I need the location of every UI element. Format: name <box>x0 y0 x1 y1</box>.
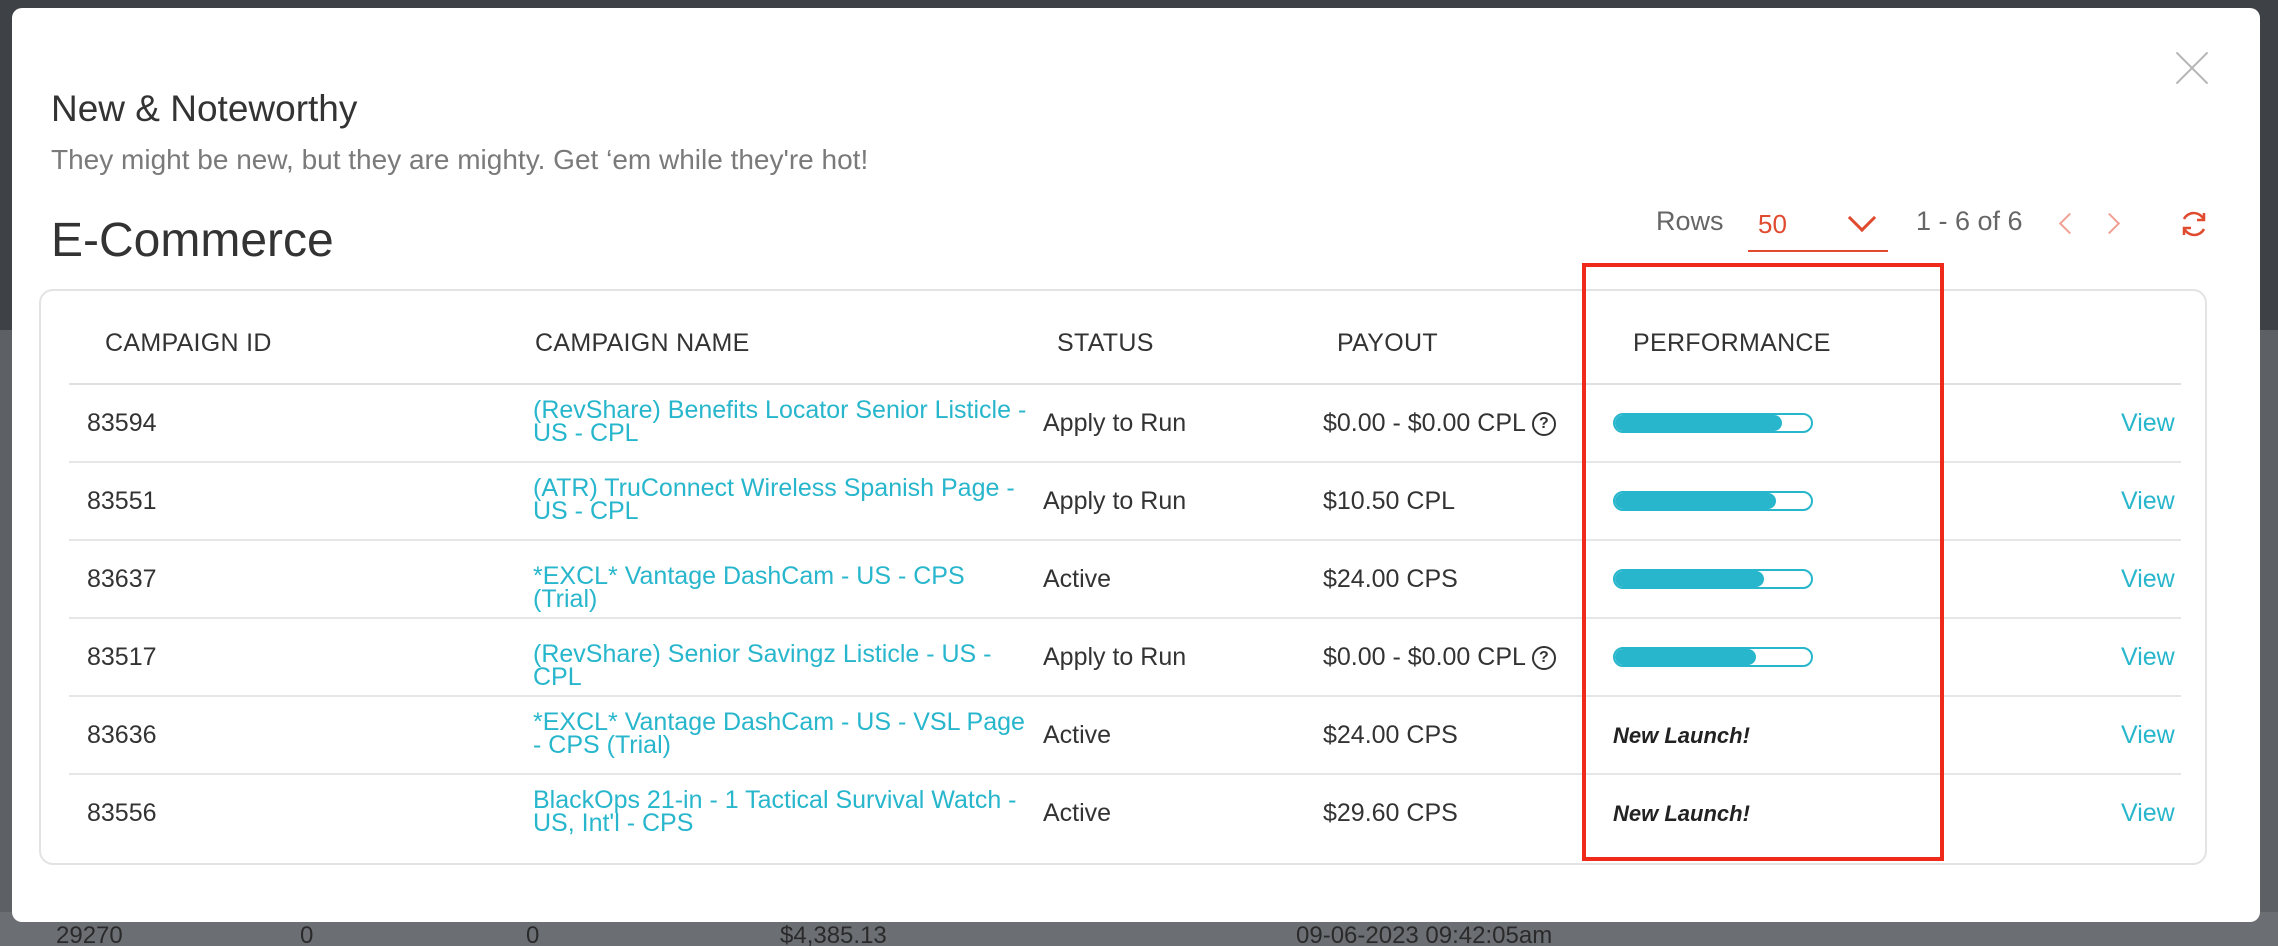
modal-subtitle: They might be new, but they are mighty. … <box>51 144 869 175</box>
campaign-payout: $29.60 CPS <box>1323 799 1458 828</box>
view-link[interactable]: View <box>2121 643 2175 672</box>
payout-value: $29.60 CPS <box>1323 799 1458 827</box>
campaign-id: 83517 <box>87 643 157 671</box>
campaign-id: 83594 <box>87 409 157 437</box>
payout-value: $24.00 CPS <box>1323 565 1458 593</box>
campaign-name-link[interactable]: (ATR) TruConnect Wireless Spanish Page -… <box>533 476 1033 524</box>
performance-bar-fill <box>1615 571 1764 587</box>
campaign-status: Active <box>1043 799 1112 827</box>
previous-page-button[interactable] <box>2056 214 2074 232</box>
campaign-name-link[interactable]: BlackOps 21-in - 1 Tactical Survival Wat… <box>533 788 1033 836</box>
payout-value: $10.50 CPL <box>1323 487 1456 515</box>
payout-value: $24.00 CPS <box>1323 721 1458 749</box>
campaign-payout: $24.00 CPS <box>1323 565 1458 594</box>
performance-bar <box>1613 569 1813 589</box>
backdrop-cell: 0 <box>526 922 540 946</box>
help-icon[interactable]: ? <box>1531 411 1556 436</box>
header-campaign-name: CAMPAIGN NAME <box>535 329 750 357</box>
backdrop-cell: 29270 <box>56 922 123 946</box>
campaign-status: Active <box>1043 565 1112 593</box>
campaign-status: Apply to Run <box>1043 487 1187 515</box>
payout-value: $0.00 - $0.00 CPL <box>1323 643 1526 671</box>
view-link[interactable]: View <box>2121 799 2175 828</box>
campaign-name-link[interactable]: (RevShare) Senior Savingz Listicle - US … <box>533 642 1033 690</box>
campaign-payout: $24.00 CPS <box>1323 721 1458 750</box>
performance-bar-fill <box>1615 649 1757 665</box>
performance-bar <box>1613 491 1813 511</box>
performance-bar <box>1613 413 1813 433</box>
performance-bar <box>1613 647 1813 667</box>
campaign-id: 83637 <box>87 565 157 593</box>
table-row: 83636 *EXCL* Vantage DashCam - US - VSL P… <box>69 697 2181 775</box>
campaign-payout: $10.50 CPL <box>1323 487 1455 516</box>
campaign-id: 83636 <box>87 721 157 749</box>
payout-value: $0.00 - $0.00 CPL <box>1323 409 1526 437</box>
chevron-down-icon <box>1847 203 1877 233</box>
close-icon[interactable] <box>2174 50 2210 86</box>
view-link[interactable]: View <box>2121 487 2175 516</box>
table-row: 83556 BlackOps 21-in - 1 Tactical Surviva… <box>69 775 2181 853</box>
section-title: E-Commerce <box>51 214 334 267</box>
rows-per-page-select[interactable]: 50 <box>1748 200 1888 252</box>
campaign-status: Apply to Run <box>1043 409 1187 437</box>
help-icon[interactable]: ? <box>1531 645 1556 670</box>
table-row: 83517 (RevShare) Senior Savingz Listicle … <box>69 619 2181 697</box>
backdrop-cell: $4,385.13 <box>780 922 887 946</box>
rows-per-page-value: 50 <box>1758 209 1787 239</box>
backdrop-cell: 09-06-2023 09:42:05am <box>1296 922 1553 946</box>
pagination-range: 1 - 6 of 6 <box>1916 206 2023 236</box>
campaign-table: CAMPAIGN ID CAMPAIGN NAME STATUS PAYOUT … <box>39 289 2207 865</box>
campaign-payout: $0.00 - $0.00 CPL? <box>1323 643 1556 672</box>
campaign-id: 83551 <box>87 487 157 515</box>
view-link[interactable]: View <box>2121 565 2175 594</box>
campaign-payout: $0.00 - $0.00 CPL? <box>1323 409 1556 438</box>
view-link[interactable]: View <box>2121 721 2175 750</box>
header-performance: PERFORMANCE <box>1633 329 1831 357</box>
modal-title: New & Noteworthy <box>51 88 358 129</box>
campaign-status: Active <box>1043 721 1112 749</box>
performance-bar-fill <box>1615 415 1782 431</box>
table-row: 83637 *EXCL* Vantage DashCam - US - CPS (… <box>69 541 2181 619</box>
campaign-name-link[interactable]: *EXCL* Vantage DashCam - US - CPS (Trial… <box>533 564 1033 612</box>
campaign-status: Apply to Run <box>1043 643 1187 671</box>
backdrop-cell: 0 <box>300 922 314 946</box>
rows-label: Rows <box>1656 206 1724 236</box>
campaign-name-link[interactable]: *EXCL* Vantage DashCam - US - VSL Page -… <box>533 710 1033 758</box>
table-row: 83594 (RevShare) Benefits Locator Senior … <box>69 385 2181 463</box>
new-launch-label: New Launch! <box>1613 723 1750 748</box>
performance-bar-fill <box>1615 493 1776 509</box>
refresh-icon[interactable] <box>2178 208 2210 240</box>
new-launch-label: New Launch! <box>1613 801 1750 826</box>
next-page-button[interactable] <box>2104 214 2122 232</box>
campaign-name-link[interactable]: (RevShare) Benefits Locator Senior Listi… <box>533 398 1033 446</box>
header-payout: PAYOUT <box>1337 329 1438 357</box>
campaign-id: 83556 <box>87 799 157 827</box>
header-campaign-id: CAMPAIGN ID <box>105 329 272 357</box>
view-link[interactable]: View <box>2121 409 2175 438</box>
header-status: STATUS <box>1057 329 1154 357</box>
table-row: 83551 (ATR) TruConnect Wireless Spanish P… <box>69 463 2181 541</box>
